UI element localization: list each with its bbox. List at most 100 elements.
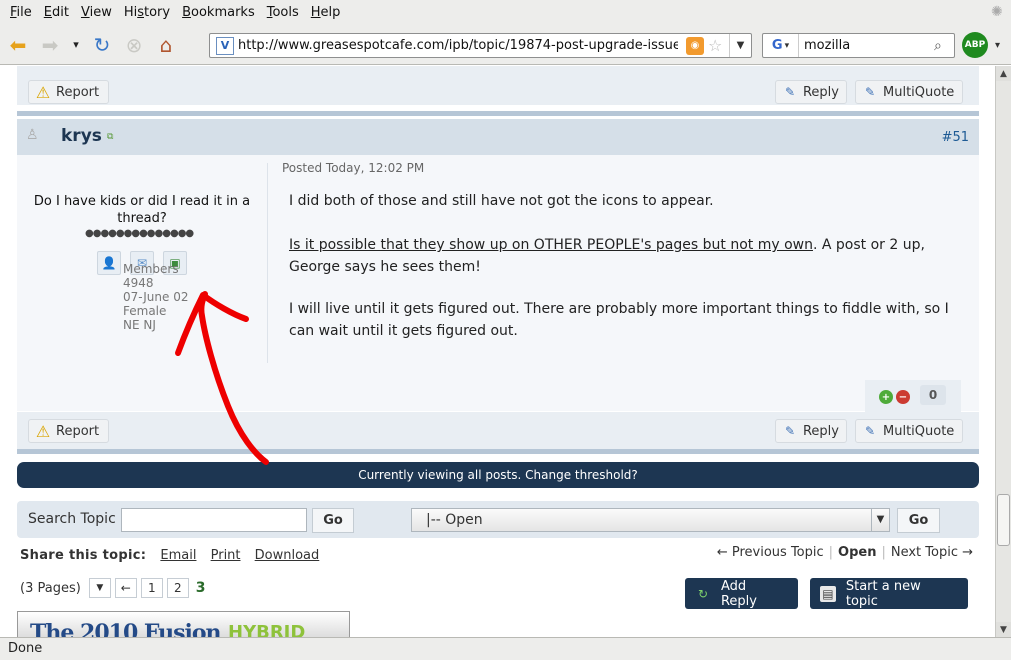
status-text: Done bbox=[8, 641, 43, 656]
post-username[interactable]: krys bbox=[61, 126, 102, 146]
forum-jump-select[interactable]: |-- Open ▼ bbox=[411, 508, 890, 532]
forum-jump-value: |-- Open bbox=[426, 512, 483, 528]
reply-icon: ✎ bbox=[784, 424, 796, 438]
next-topic-link[interactable]: Next Topic → bbox=[891, 545, 973, 560]
reply-button-previous[interactable]: ✎ Reply bbox=[775, 80, 847, 104]
menu-tools[interactable]: Tools bbox=[261, 5, 305, 20]
forum-jump-go-button[interactable]: Go bbox=[897, 508, 940, 533]
post-divider bbox=[17, 111, 979, 116]
scroll-up-icon[interactable]: ▲ bbox=[996, 66, 1011, 81]
reply-label: Reply bbox=[802, 84, 839, 100]
rss-feed-icon[interactable]: ◉ bbox=[686, 36, 704, 55]
banner-ad[interactable]: The 2010 Fusion HYBRID bbox=[17, 611, 350, 637]
search-topic-label: Search Topic bbox=[28, 511, 116, 527]
url-text[interactable]: http://www.greasespotcafe.com/ipb/topic/… bbox=[238, 38, 678, 53]
rep-minus-icon[interactable]: − bbox=[896, 390, 910, 404]
menu-file[interactable]: File bbox=[4, 5, 38, 20]
user-offline-icon: ♙ bbox=[26, 127, 39, 143]
multiquote-button-previous[interactable]: ✎ MultiQuote bbox=[855, 80, 963, 104]
url-dropdown-button[interactable]: ▼ bbox=[729, 34, 751, 57]
adblock-plus-button[interactable]: ABP bbox=[962, 32, 988, 58]
home-icon: ⌂ bbox=[159, 32, 173, 57]
url-bar[interactable]: V http://www.greasespotcafe.com/ipb/topi… bbox=[209, 33, 752, 58]
rank-pips: ●●●●●●●●●●●●●● bbox=[85, 228, 194, 239]
home-button[interactable]: ⌂ bbox=[152, 31, 180, 59]
forward-button[interactable]: ➡ bbox=[36, 31, 64, 59]
chevron-down-icon: ▾ bbox=[73, 38, 79, 51]
info-value: NE NJ bbox=[123, 318, 156, 332]
banner-text-hybrid: HYBRID bbox=[228, 622, 306, 637]
menu-help[interactable]: Help bbox=[305, 5, 347, 20]
history-dropdown-button[interactable]: ▾ bbox=[68, 31, 84, 59]
search-input[interactable]: mozilla bbox=[799, 38, 934, 53]
current-page: 3 bbox=[195, 580, 206, 596]
chevron-down-icon[interactable]: ▾ bbox=[995, 40, 1000, 51]
chevron-down-icon: ▼ bbox=[871, 509, 889, 531]
info-value: Female bbox=[123, 304, 167, 318]
search-engine-selector[interactable]: G ▾ bbox=[763, 34, 799, 57]
scrollbar-thumb[interactable] bbox=[997, 494, 1010, 546]
multiquote-button[interactable]: ✎ MultiQuote bbox=[855, 419, 963, 443]
multiquote-icon: ✎ bbox=[864, 424, 876, 438]
search-topic-input[interactable] bbox=[121, 508, 307, 532]
search-bar[interactable]: G ▾ mozilla ⌕ bbox=[762, 33, 955, 58]
profile-link-icon[interactable]: ⧉ bbox=[107, 132, 113, 142]
rep-plus-icon[interactable]: + bbox=[879, 390, 893, 404]
topic-navigation: ← Previous Topic | Open | Next Topic → bbox=[717, 545, 973, 560]
prev-page-button[interactable]: ← bbox=[114, 578, 137, 598]
reply-button[interactable]: ✎ Reply bbox=[775, 419, 847, 443]
author-sidebar: Do I have kids or did I read it in a thr… bbox=[17, 155, 267, 411]
menu-bookmarks[interactable]: Bookmarks bbox=[176, 5, 261, 20]
menu-history[interactable]: History bbox=[118, 5, 176, 20]
nav-separator: | bbox=[828, 545, 834, 560]
add-reply-label: Add Reply bbox=[720, 578, 757, 609]
stop-button[interactable]: ⊗ bbox=[120, 31, 148, 59]
new-topic-button[interactable]: ▤ Start a new topic bbox=[810, 578, 968, 609]
threshold-bar[interactable]: Currently viewing all posts. Change thre… bbox=[17, 462, 979, 488]
pagination: (3 Pages) ▼ ← 1 2 3 bbox=[20, 578, 206, 598]
new-topic-label: Start a new topic bbox=[845, 578, 921, 609]
view-profile-button[interactable]: 👤 bbox=[97, 251, 121, 275]
reply-label: Reply bbox=[802, 423, 839, 439]
page-link-2[interactable]: 2 bbox=[166, 578, 189, 598]
post-body: Do I have kids or did I read it in a thr… bbox=[17, 155, 979, 432]
page-viewport: ⚠ Report ✎ Reply ✎ MultiQuote ♙ krys ⧉ #51 … bbox=[0, 66, 995, 637]
share-download-link[interactable]: Download bbox=[255, 548, 320, 563]
scroll-down-icon[interactable]: ▼ bbox=[996, 622, 1011, 637]
info-value: Members bbox=[123, 262, 179, 276]
report-button-previous[interactable]: ⚠ Report bbox=[28, 80, 109, 104]
reputation-box: + − 0 bbox=[865, 380, 961, 412]
page-jump-dropdown[interactable]: ▼ bbox=[88, 578, 111, 598]
menu-edit[interactable]: Edit bbox=[38, 5, 75, 20]
multiquote-icon: ✎ bbox=[864, 85, 876, 99]
vertical-scrollbar[interactable]: ▲ ▼ bbox=[995, 66, 1011, 637]
banner-text: The 2010 Fusion bbox=[30, 620, 222, 637]
post-author-strip: ♙ krys ⧉ #51 bbox=[17, 119, 979, 155]
status-bar: Done bbox=[0, 637, 1011, 660]
add-reply-button[interactable]: ↻ Add Reply bbox=[685, 578, 798, 609]
bookmark-star-icon[interactable]: ☆ bbox=[708, 36, 722, 55]
site-favicon-icon: V bbox=[216, 36, 234, 55]
report-button[interactable]: ⚠ Report bbox=[28, 419, 109, 443]
post-paragraph-3: I will live until it gets figured out. T… bbox=[289, 301, 949, 339]
previous-topic-link[interactable]: ← Previous Topic bbox=[717, 545, 824, 560]
chevron-down-icon: ▾ bbox=[784, 40, 790, 51]
info-value: 4948 bbox=[123, 276, 154, 290]
post-divider bbox=[17, 449, 979, 454]
report-label: Report bbox=[56, 84, 100, 100]
page-count-label: (3 Pages) bbox=[20, 580, 81, 596]
search-topic-row: Search Topic Go |-- Open ▼ Go bbox=[17, 501, 979, 538]
menu-view[interactable]: View bbox=[75, 5, 118, 20]
share-email-link[interactable]: Email bbox=[160, 548, 196, 563]
post-number-link[interactable]: #51 bbox=[942, 130, 969, 145]
back-button[interactable]: ⬅ bbox=[4, 31, 32, 59]
search-icon[interactable]: ⌕ bbox=[934, 38, 954, 54]
search-go-button[interactable]: Go bbox=[312, 508, 354, 533]
back-arrow-icon: ⬅ bbox=[9, 32, 27, 57]
reload-button[interactable]: ↻ bbox=[88, 31, 116, 59]
throbber-icon: ✺ bbox=[991, 4, 1003, 20]
warning-icon: ⚠ bbox=[35, 421, 51, 441]
page-link-1[interactable]: 1 bbox=[140, 578, 163, 598]
current-forum-label[interactable]: Open bbox=[838, 545, 876, 560]
share-print-link[interactable]: Print bbox=[211, 548, 241, 563]
